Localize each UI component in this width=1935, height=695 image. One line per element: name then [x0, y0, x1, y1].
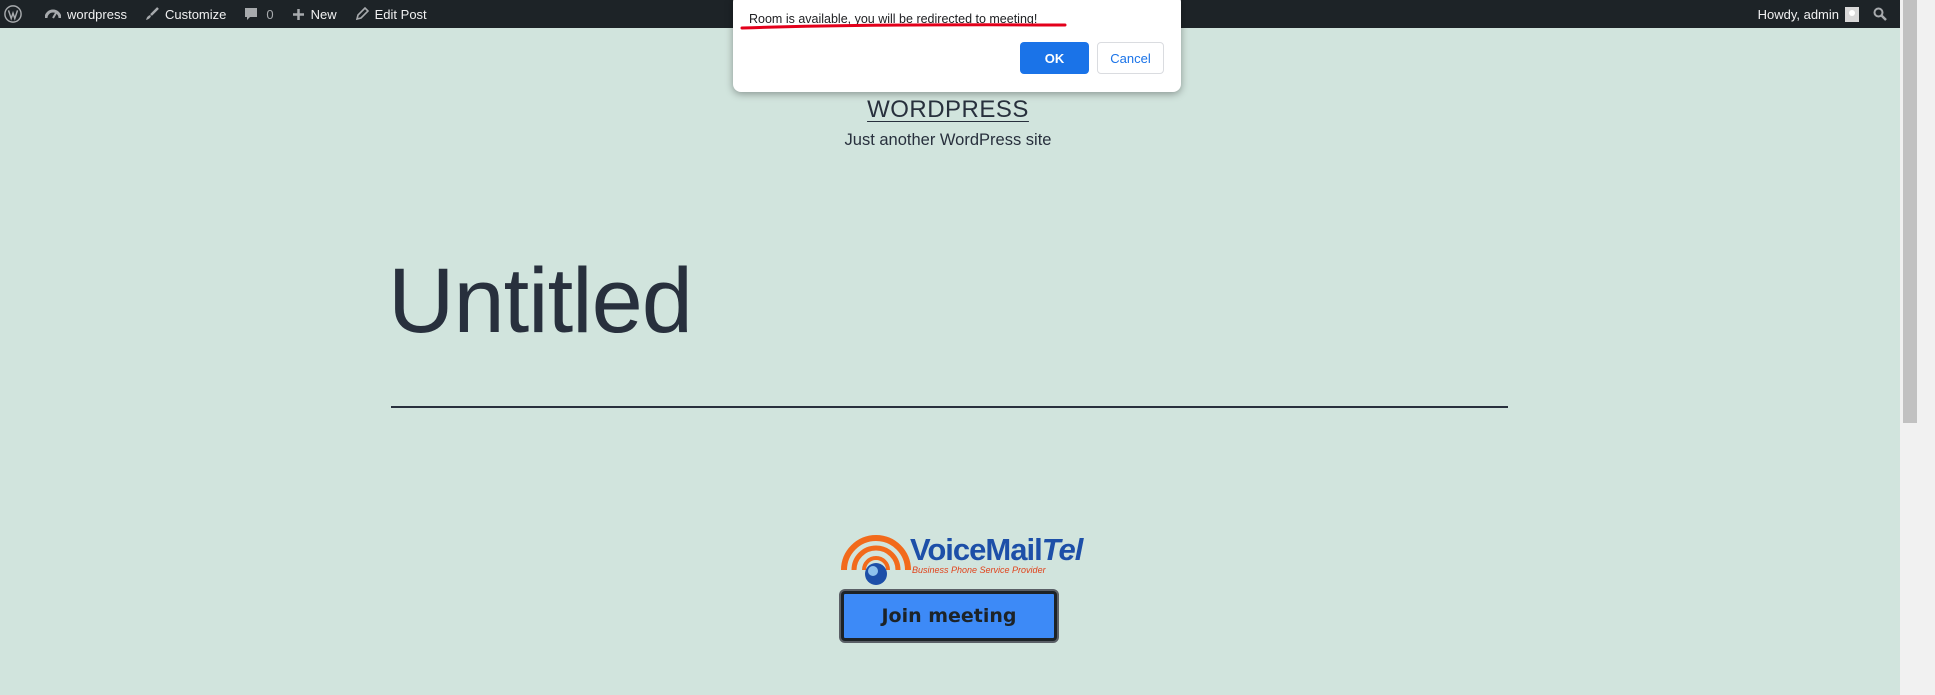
site-title-link[interactable]: WORDPRESS	[867, 96, 1029, 123]
cancel-button[interactable]: Cancel	[1097, 42, 1164, 74]
avatar	[1845, 6, 1859, 22]
logo-tagline: Business Phone Service Provider	[912, 565, 1046, 575]
admin-bar-left: wordpress Customize 0 New Edit Post	[0, 0, 436, 28]
wordpress-logo-icon	[4, 5, 22, 23]
customize-label: Customize	[164, 6, 227, 22]
my-account-menu[interactable]: Howdy, admin	[1751, 0, 1866, 28]
admin-bar-right: Howdy, admin	[1751, 0, 1900, 28]
wordpress-logo-button[interactable]	[0, 0, 36, 28]
site-name-menu[interactable]: wordpress	[36, 0, 136, 28]
red-underline-annotation	[740, 23, 1067, 30]
dashboard-icon	[45, 9, 61, 19]
new-label: New	[310, 6, 337, 22]
site-description: Just another WordPress site	[844, 131, 1052, 149]
admin-search-button[interactable]	[1866, 0, 1900, 28]
post-title: Untitled	[388, 250, 693, 352]
edit-post-button[interactable]: Edit Post	[346, 0, 436, 28]
plus-icon	[292, 8, 304, 20]
customize-button[interactable]: Customize	[136, 0, 235, 28]
site-name-label: wordpress	[67, 6, 127, 22]
title-divider	[391, 406, 1508, 408]
new-content-button[interactable]: New	[283, 0, 346, 28]
logo-name-main: VoiceMail	[910, 532, 1043, 567]
search-icon	[1873, 7, 1887, 21]
logo-name-tail: Tel	[1041, 532, 1084, 567]
voicemailtel-logo: VoiceMailTel Business Phone Service Prov…	[840, 532, 1083, 585]
confirm-dialog: Room is available, you will be redirecte…	[733, 0, 1181, 92]
site-title: WORDPRESS	[0, 96, 1896, 124]
ok-button[interactable]: OK	[1020, 42, 1089, 74]
comment-bubble-icon	[245, 8, 258, 20]
pencil-icon	[355, 7, 369, 21]
scrollbar-thumb[interactable]	[1903, 0, 1917, 423]
brush-icon	[145, 7, 159, 20]
comments-button[interactable]: 0	[235, 0, 282, 28]
comments-count: 0	[266, 6, 274, 22]
edit-post-label: Edit Post	[374, 6, 427, 22]
logo-wordmark: VoiceMailTel	[910, 532, 1084, 568]
join-meeting-button[interactable]: Join meeting	[841, 591, 1057, 641]
howdy-label: Howdy, admin	[1757, 6, 1839, 22]
signal-arc-icon	[841, 535, 911, 585]
